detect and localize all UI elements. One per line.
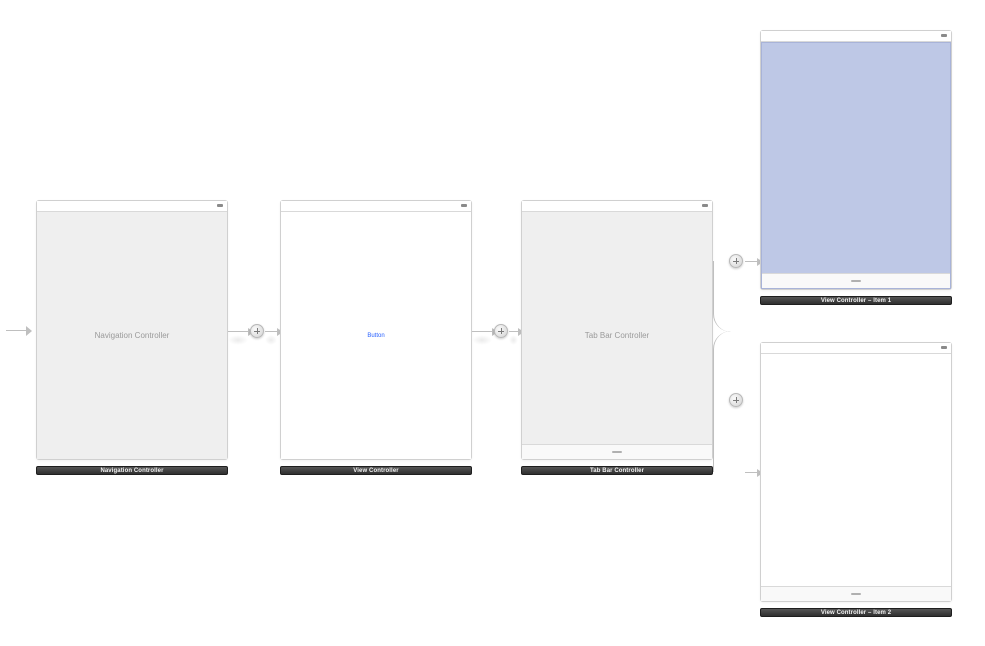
segue-arrow[interactable] — [745, 472, 757, 473]
status-bar — [522, 201, 712, 212]
tab-bar-placeholder — [522, 444, 712, 459]
status-bar — [281, 201, 471, 212]
scene-caption-item-1[interactable]: View Controller – Item 1 — [760, 296, 952, 305]
scene-body: Tab Bar Controller — [522, 212, 712, 459]
scene-body: Button — [281, 212, 471, 459]
scene-body: Navigation Controller — [37, 212, 227, 459]
scene-caption-item-2[interactable]: View Controller – Item 2 — [760, 608, 952, 617]
segue-arrow[interactable] — [509, 331, 518, 332]
scene-caption-tab-bar-controller[interactable]: Tab Bar Controller — [521, 466, 713, 475]
segue-arrow[interactable] — [472, 331, 492, 332]
segue-icon[interactable] — [729, 393, 743, 407]
segue-icon[interactable] — [250, 324, 264, 338]
scene-item-2[interactable] — [760, 342, 952, 602]
placeholder-label: Navigation Controller — [95, 331, 170, 340]
initial-vc-arrow[interactable] — [6, 326, 32, 336]
scene-tab-bar-controller[interactable]: Tab Bar Controller — [521, 200, 713, 460]
scene-navigation-controller[interactable]: Navigation Controller — [36, 200, 228, 460]
segue-arrow[interactable] — [745, 261, 757, 262]
segue-arrow[interactable] — [713, 261, 737, 332]
scene-caption-view-controller[interactable]: View Controller — [280, 466, 472, 475]
status-bar — [37, 201, 227, 212]
scene-caption-navigation-controller[interactable]: Navigation Controller — [36, 466, 228, 475]
status-bar — [761, 31, 951, 42]
segue-arrow[interactable] — [265, 331, 277, 332]
storyboard-canvas[interactable]: Navigation Controller Navigation Control… — [0, 0, 985, 646]
placeholder-label: Tab Bar Controller — [585, 331, 649, 340]
tab-bar-placeholder — [761, 586, 951, 601]
scene-body — [761, 42, 951, 289]
segue-icon[interactable] — [729, 254, 743, 268]
segue-icon[interactable] — [494, 324, 508, 338]
status-bar — [761, 343, 951, 354]
scene-item-1[interactable] — [760, 30, 952, 290]
scene-view-controller[interactable]: Button — [280, 200, 472, 460]
tab-bar-placeholder — [762, 273, 950, 288]
scene-body — [761, 354, 951, 601]
button[interactable]: Button — [367, 333, 384, 339]
segue-arrow[interactable] — [228, 331, 248, 332]
